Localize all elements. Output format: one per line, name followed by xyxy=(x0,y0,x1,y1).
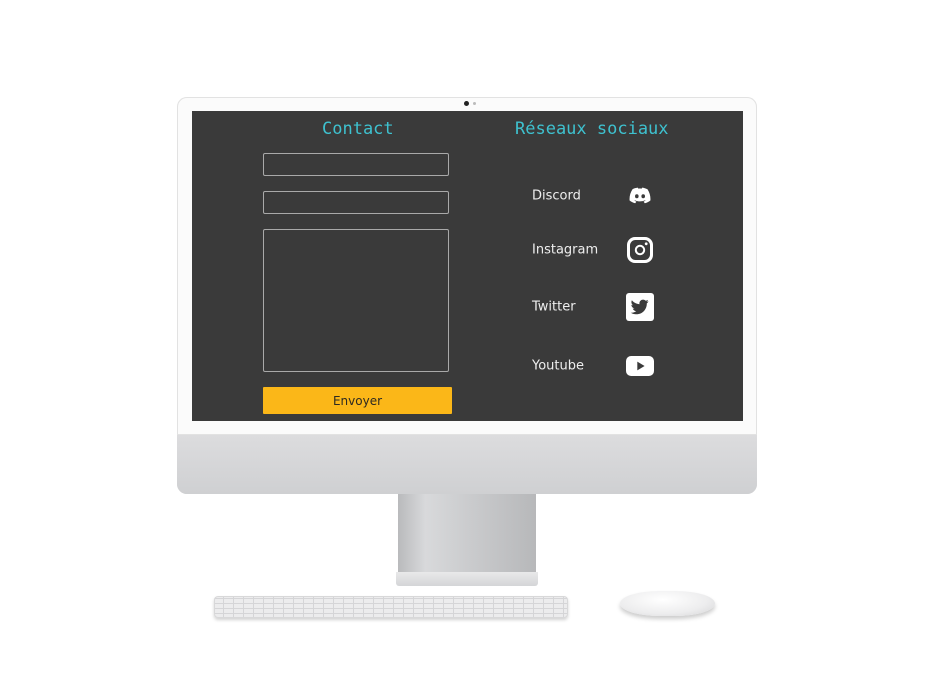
social-label-instagram: Instagram xyxy=(532,242,599,258)
monitor-stand-base xyxy=(396,572,538,586)
instagram-icon[interactable] xyxy=(625,235,655,265)
social-link-twitter[interactable]: Twitter xyxy=(532,292,672,322)
message-textarea[interactable] xyxy=(263,229,449,372)
mouse xyxy=(620,591,715,616)
discord-icon[interactable] xyxy=(625,181,655,211)
name-field[interactable] xyxy=(263,153,449,176)
contact-title: Contact xyxy=(322,119,394,139)
send-button[interactable]: Envoyer xyxy=(263,387,452,414)
social-label-twitter: Twitter xyxy=(532,299,576,315)
monitor-stand xyxy=(398,494,536,574)
screen: Contact Réseaux sociaux Envoyer Discord … xyxy=(192,111,743,421)
twitter-icon[interactable] xyxy=(625,292,655,322)
social-link-instagram[interactable]: Instagram xyxy=(532,235,672,265)
social-label-discord: Discord xyxy=(532,188,581,204)
social-link-discord[interactable]: Discord xyxy=(532,181,672,211)
keyboard xyxy=(214,596,568,618)
youtube-icon[interactable] xyxy=(625,351,655,381)
email-field[interactable] xyxy=(263,191,449,214)
social-label-youtube: Youtube xyxy=(532,358,584,374)
camera-sensor xyxy=(473,102,476,105)
social-link-youtube[interactable]: Youtube xyxy=(532,351,672,381)
social-title: Réseaux sociaux xyxy=(515,119,669,139)
monitor-chin xyxy=(177,435,757,494)
camera-icon xyxy=(464,101,469,106)
